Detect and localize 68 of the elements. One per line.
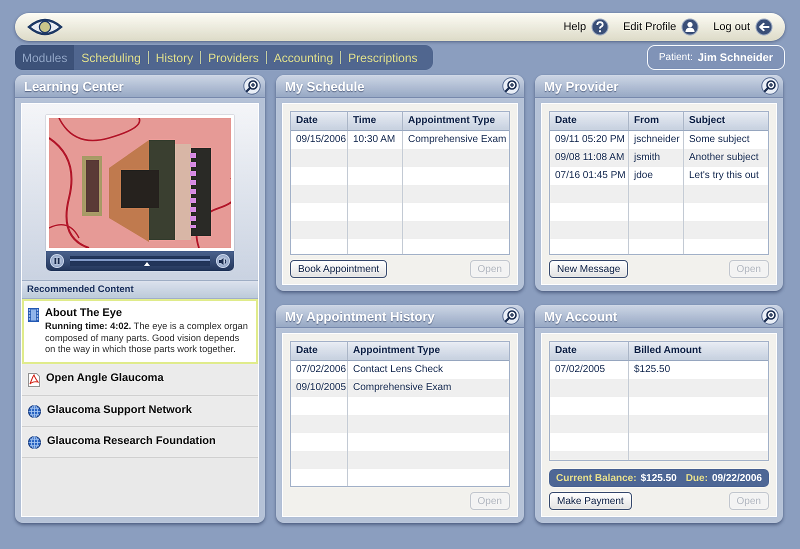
balance-label: Current Balance: — [556, 472, 637, 484]
panel-title: My Account — [544, 308, 618, 324]
panel-title: My Provider — [544, 78, 618, 94]
zoom-button[interactable] — [502, 77, 520, 95]
nav-tab[interactable]: History — [148, 45, 200, 70]
column-header[interactable]: Date — [291, 342, 348, 360]
zoom-button[interactable] — [761, 77, 779, 95]
nav-tab[interactable]: Providers — [201, 45, 266, 70]
content-item[interactable]: About The Eye Running time: 4:02. The eye is a complex organ composed of many parts. Good vision depends on the way in which those parts work together. — [22, 299, 258, 364]
patient-label: Patient: — [658, 52, 693, 63]
due-date: 09/22/2006 — [712, 472, 762, 484]
due-label: Due: — [686, 472, 708, 484]
section-heading: Recommended Content — [22, 280, 258, 299]
table-cell-text: Let's try this out — [688, 169, 760, 183]
zoom-button[interactable] — [243, 77, 261, 95]
edit-profile-link[interactable]: Edit Profile — [623, 18, 700, 36]
logout-link[interactable]: Log out — [713, 18, 773, 36]
column-header[interactable]: Date — [550, 342, 629, 360]
patient-name: Jim Schneider — [698, 52, 773, 64]
speaker-icon — [219, 258, 227, 264]
pause-button[interactable] — [50, 254, 64, 268]
action-button[interactable]: New Message — [549, 260, 628, 278]
nav-tab[interactable]: Scheduling — [74, 45, 148, 70]
globe-icon — [28, 436, 41, 449]
table-cell-text: Some subject — [688, 133, 751, 147]
action-button[interactable]: Make Payment — [549, 492, 632, 510]
table-cell-text: $125.50 — [633, 363, 672, 377]
column-header[interactable]: Subject — [684, 112, 768, 130]
person-icon — [681, 18, 700, 36]
action-button[interactable]: Book Appointment — [290, 260, 388, 278]
item-description: Running time: 4:02. The eye is a complex organ composed of many parts. Good vision depends on the way in which those parts work together. — [45, 321, 249, 356]
film-icon — [28, 308, 39, 322]
item-title: Open Angle Glaucoma — [46, 372, 164, 384]
volume-button[interactable] — [216, 254, 230, 268]
zoom-button[interactable] — [502, 307, 520, 325]
table-cell: 09/10/2005 — [291, 379, 348, 397]
document-icon — [28, 372, 40, 387]
item-title: Glaucoma Support Network — [47, 404, 192, 416]
nav-tab[interactable]: Prescriptions — [341, 45, 425, 70]
help-link[interactable]: Help — [563, 18, 610, 36]
table-cell-text: Another subject — [688, 151, 760, 165]
item-title: About The Eye — [45, 307, 124, 319]
column-header[interactable]: Date — [550, 112, 629, 130]
column-header[interactable]: Appointment Type — [348, 342, 509, 360]
column-header[interactable]: Billed Amount — [629, 342, 768, 360]
panel-title: My Schedule — [285, 78, 364, 94]
globe-icon — [28, 404, 41, 418]
column-header[interactable]: Time — [348, 112, 403, 130]
table-cell: jsmith — [629, 149, 684, 167]
item-title: Glaucoma Research Foundation — [47, 434, 216, 447]
table-cell-text: Comprehensive Exam — [352, 381, 452, 395]
column-header[interactable]: Date — [291, 112, 348, 130]
table-cell-text: Comprehensive Exam — [407, 133, 508, 147]
table-cell-text: Contact Lens Check — [352, 363, 444, 377]
panel-title: My Appointment History — [285, 308, 435, 324]
column-header[interactable]: From — [629, 112, 684, 130]
help-icon — [591, 18, 610, 36]
column-header[interactable]: Appointment Type — [403, 112, 509, 130]
table-cell: 09/08 11:08 AM — [550, 149, 629, 167]
slider-thumb[interactable] — [144, 262, 150, 266]
nav-tab[interactable]: Accounting — [266, 45, 340, 70]
seek-slider[interactable] — [70, 256, 210, 266]
eye-logo-icon — [27, 17, 63, 37]
logout-icon — [755, 18, 773, 36]
zoom-button[interactable] — [761, 307, 779, 325]
balance-value: $125.50 — [640, 472, 677, 484]
pause-icon — [54, 258, 60, 264]
panel-title: Learning Center — [24, 78, 124, 94]
